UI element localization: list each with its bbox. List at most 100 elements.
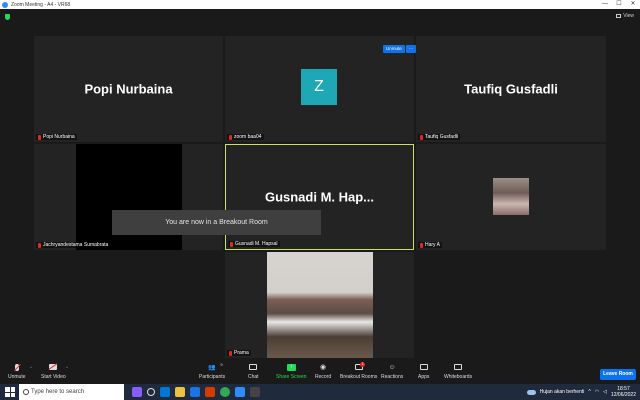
chrome-icon[interactable] [220, 387, 230, 397]
chat-button[interactable]: Chat [248, 363, 259, 380]
whiteboards-label: Whiteboards [444, 374, 473, 380]
participant-tile-taufiq[interactable]: Taufiq Gusfadli Taufiq Gusfadli [416, 36, 606, 142]
view-button[interactable]: View [616, 13, 634, 19]
breakout-rooms-button[interactable]: 1 Breakout Rooms [340, 362, 378, 380]
whiteboards-button[interactable]: Whiteboards [444, 363, 472, 380]
participants-button[interactable]: 👥 9 Participants [199, 362, 226, 380]
maximize-button[interactable]: ☐ [612, 0, 626, 9]
tile-unmute-controls: Unmute ··· [383, 45, 417, 53]
windows-taskbar: Type here to search Hujan akan berhenti … [0, 384, 640, 400]
taskbar-search-input[interactable]: Type here to search [19, 384, 124, 400]
system-tray: Hujan akan berhenti ^ ◠ ◁ 18:57 12/06/20… [526, 384, 636, 400]
participant-video [267, 252, 373, 358]
record-button[interactable]: ◉ Record [315, 363, 331, 380]
participant-name: zoom baa04 [234, 134, 262, 140]
mic-muted-icon [230, 241, 233, 247]
office-icon[interactable] [205, 387, 215, 397]
participant-name-tag: Jachryandestama Sumabrata [36, 242, 111, 248]
zoom-logo-icon [2, 1, 8, 8]
task-view-icon[interactable] [147, 388, 155, 396]
record-icon: ◉ [320, 364, 327, 371]
unmute-participant-button[interactable]: Unmute [383, 45, 405, 53]
unmute-button[interactable]: Unmute [8, 363, 26, 380]
record-label: Record [315, 374, 332, 380]
participant-tile-prama[interactable]: Prama [225, 252, 414, 358]
mic-muted-icon [420, 242, 423, 248]
volume-icon[interactable]: ◁ [603, 389, 607, 395]
reactions-icon: ☺ [388, 363, 396, 371]
camera-off-icon [49, 364, 58, 370]
mic-muted-icon [38, 242, 41, 248]
participant-tile-hary[interactable]: Hary A [416, 144, 606, 250]
file-explorer-icon[interactable] [175, 387, 185, 397]
participant-name-tag: Hary A [418, 242, 443, 248]
mail-icon[interactable] [190, 387, 200, 397]
windows-start-icon[interactable] [5, 387, 15, 397]
apps-button[interactable]: Apps [418, 363, 429, 380]
security-shield-icon[interactable] [5, 14, 10, 20]
reactions-label: Reactions [381, 374, 404, 380]
reactions-button[interactable]: ☺ Reactions [381, 363, 404, 381]
close-button[interactable]: ✕ [626, 0, 640, 9]
participant-name: Jachryandestama Sumabrata [43, 242, 109, 248]
share-screen-label: Share Screen [276, 374, 307, 380]
chevron-up-icon[interactable]: ^ [588, 389, 590, 395]
mic-muted-icon [420, 134, 423, 140]
participant-display-name: Gusnadi M. Hap... [264, 189, 375, 205]
participant-tile-popi[interactable]: Popi Nurbaina Popi Nurbaina [34, 36, 223, 142]
participant-name-tag: Prama [227, 350, 251, 356]
clock-date: 12/06/2022 [610, 392, 636, 398]
window-titlebar: Zoom Meeting - A4 - VR68 — ☐ ✕ [0, 0, 640, 9]
start-video-label: Start Video [41, 374, 66, 380]
video-options-caret[interactable]: ^ [66, 365, 68, 370]
mic-muted-icon [38, 134, 41, 140]
leave-room-button[interactable]: Leave Room [600, 369, 636, 380]
weather-cloud-icon [526, 389, 536, 395]
participant-name: Taufiq Gusfadli [425, 134, 459, 140]
app-icon[interactable] [132, 387, 142, 397]
wifi-icon[interactable]: ◠ [595, 389, 599, 395]
participant-display-name: Popi Nurbaina [84, 81, 173, 97]
zoom-taskbar-icon[interactable] [235, 387, 245, 397]
chat-label: Chat [248, 374, 259, 380]
participants-label: Participants [199, 374, 226, 380]
share-screen-button[interactable]: ↑ Share Screen [276, 363, 307, 380]
audio-options-caret[interactable]: ^ [30, 365, 32, 370]
window-title: Zoom Meeting - A4 - VR68 [11, 1, 71, 8]
share-screen-icon: ↑ [286, 363, 296, 371]
participants-count: 9 [220, 362, 223, 367]
breakout-badge: 1 [360, 362, 366, 367]
breakout-room-notice: You are now in a Breakout Room [112, 210, 321, 235]
participant-name: Popi Nurbaina [43, 134, 75, 140]
avatar: Z [301, 69, 337, 105]
weather-text[interactable]: Hujan akan berhenti [540, 389, 585, 395]
participant-display-name: Taufiq Gusfadli [464, 81, 558, 97]
mic-muted-icon [229, 134, 232, 140]
unmute-label: Unmute [8, 374, 26, 380]
participant-name: Hary A [425, 242, 441, 248]
video-stage: View Popi Nurbaina Popi Nurbaina Z zoom … [0, 9, 640, 361]
chat-icon [249, 364, 258, 370]
view-label: View [623, 13, 634, 19]
participant-name-tag: zoom baa04 [227, 134, 264, 140]
breakout-rooms-label: Breakout Rooms [340, 374, 378, 380]
participant-name: Gusnadi M. Hapsal [235, 241, 278, 247]
mic-muted-icon [229, 350, 232, 356]
app-icon[interactable] [250, 387, 260, 397]
taskbar-clock[interactable]: 18:57 12/06/2022 [611, 386, 636, 398]
minimize-button[interactable]: — [598, 0, 612, 9]
participant-name-tag: Popi Nurbaina [36, 134, 77, 140]
grid-view-icon [616, 14, 622, 18]
microphone-muted-icon [14, 363, 19, 371]
taskbar-apps [132, 387, 260, 397]
participant-name-tag: Gusnadi M. Hapsal [228, 241, 280, 247]
start-video-button[interactable]: Start Video [41, 363, 66, 380]
profile-picture [493, 178, 529, 215]
participants-icon: 👥 9 [208, 362, 223, 371]
participant-name: Prama [234, 350, 249, 356]
whiteboard-icon [454, 364, 463, 370]
more-options-button[interactable]: ··· [405, 45, 417, 53]
apps-icon [419, 364, 428, 370]
edge-icon[interactable] [160, 387, 170, 397]
apps-label: Apps [418, 374, 430, 380]
